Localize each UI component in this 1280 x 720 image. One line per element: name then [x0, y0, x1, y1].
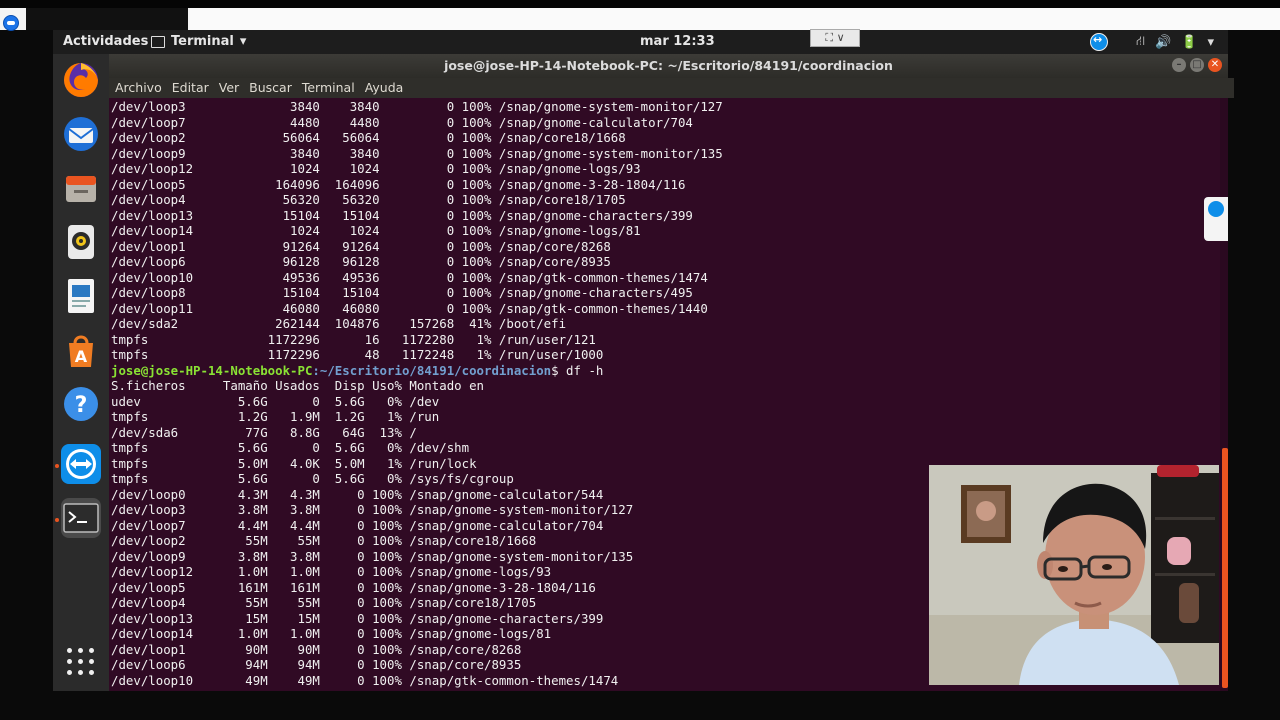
window-controls: – □ ✕ [1172, 58, 1222, 72]
prompt-path: :~/Escritorio/84191/coordinacion [312, 362, 552, 378]
screenshot-indicator[interactable]: ⛶ ∨ [810, 29, 860, 47]
terminal-line: /dev/loop3 3840 3840 0 100% /snap/gnome-… [111, 99, 723, 114]
teamviewer-tray-icon[interactable] [1089, 33, 1108, 51]
teamviewer-logo-icon [3, 15, 19, 31]
writer-icon[interactable] [61, 276, 101, 316]
firefox-icon[interactable] [61, 60, 101, 100]
menu-terminal[interactable]: Terminal [302, 78, 355, 98]
rhythmbox-icon[interactable] [61, 222, 101, 262]
terminal-line: /dev/loop10 49536 49536 0 100% /snap/gtk… [111, 269, 708, 285]
terminal-line: /dev/loop8 15104 15104 0 100% /snap/gnom… [111, 285, 693, 300]
running-indicator [55, 464, 59, 468]
terminal-line: /dev/loop2 56064 56064 0 100% /snap/core… [111, 130, 626, 145]
running-indicator [55, 518, 59, 522]
app-menu-terminal[interactable]: Terminal ▾ [151, 34, 246, 49]
chevron-down-icon: ▾ [239, 34, 247, 49]
menu-archivo[interactable]: Archivo [115, 78, 162, 98]
teamviewer-icon[interactable] [61, 444, 101, 484]
dock: A ? [53, 54, 109, 691]
menu-buscar[interactable]: Buscar [249, 78, 292, 98]
window-titlebar[interactable]: jose@jose-HP-14-Notebook-PC: ~/Escritori… [109, 54, 1228, 78]
terminal-small-icon [151, 35, 165, 48]
show-applications-icon[interactable] [67, 648, 95, 676]
terminal-icon[interactable] [61, 498, 101, 538]
terminal-line: /dev/loop7 4480 4480 0 100% /snap/gnome-… [111, 114, 693, 130]
terminal-line: /dev/loop9 3840 3840 0 100% /snap/gnome-… [111, 145, 723, 161]
prompt-user: jose@jose-HP-14-Notebook-PC [111, 362, 313, 378]
menu-ver[interactable]: Ver [219, 78, 239, 98]
software-center-icon[interactable]: A [61, 330, 101, 370]
top-panel: Actividades Terminal ▾ mar 12:33 ⛶ ∨ ⛙ 🔊… [53, 29, 1228, 54]
chevron-down-icon[interactable]: ▾ [1207, 35, 1214, 50]
webcam-overlay [929, 465, 1219, 685]
host-top-strip [0, 0, 1280, 8]
menubar: Archivo Editar Ver Buscar Terminal Ayuda [109, 78, 1234, 98]
host-toolbar [0, 8, 1280, 31]
prompt-command: $ df -h [551, 362, 604, 378]
terminal-line: S.ficheros Tamaño Usados Disp Uso% Monta… [111, 378, 484, 393]
scrollbar-track[interactable] [1220, 98, 1228, 691]
clock[interactable]: mar 12:33 [640, 34, 715, 49]
volume-icon[interactable]: 🔊 [1155, 35, 1171, 50]
minimize-icon[interactable]: – [1172, 58, 1186, 72]
terminal-line: /dev/sda6 77G 8.8G 64G 13% / [111, 424, 417, 440]
webcam-image [929, 465, 1219, 685]
terminal-line: /dev/loop6 96128 96128 0 100% /snap/core… [111, 254, 611, 269]
terminal-line: tmpfs 5.6G 0 5.6G 0% /dev/shm [111, 440, 470, 455]
terminal-line: tmpfs 1172296 48 1172248 1% /run/user/10… [111, 347, 604, 362]
terminal-line: /dev/loop4 56320 56320 0 100% /snap/core… [111, 192, 626, 207]
scrollbar-thumb[interactable] [1222, 448, 1228, 688]
terminal-line: /dev/loop11 46080 46080 0 100% /snap/gtk… [111, 300, 708, 316]
network-icon[interactable]: ⛙ [1136, 34, 1145, 51]
teamviewer-icon[interactable] [1208, 201, 1224, 217]
terminal-line: /dev/loop12 1024 1024 0 100% /snap/gnome… [111, 161, 641, 176]
files-icon[interactable] [61, 168, 101, 208]
maximize-icon[interactable]: □ [1190, 58, 1204, 72]
terminal-line: tmpfs 1172296 16 1172280 1% /run/user/12… [111, 331, 596, 347]
terminal-line: /dev/loop5 164096 164096 0 100% /snap/gn… [111, 176, 686, 192]
thunderbird-icon[interactable] [61, 114, 101, 154]
teamviewer-side-panel[interactable] [1204, 197, 1228, 241]
svg-text:?: ? [75, 393, 88, 418]
menu-editar[interactable]: Editar [172, 78, 209, 98]
prompt-line: jose@jose-HP-14-Notebook-PC:~/Escritorio… [111, 363, 1216, 379]
system-tray[interactable]: ⛙ 🔊 🔋 ▾ [1089, 33, 1214, 51]
battery-icon[interactable]: 🔋 [1181, 35, 1197, 50]
terminal-line: udev 5.6G 0 5.6G 0% /dev [111, 393, 440, 409]
app-menu-label: Terminal [171, 34, 234, 49]
terminal-line: /dev/loop1 91264 91264 0 100% /snap/core… [111, 238, 611, 254]
menu-ayuda[interactable]: Ayuda [365, 78, 404, 98]
help-icon[interactable]: ? [61, 384, 101, 424]
host-tab[interactable] [26, 8, 188, 30]
host-tab-area [190, 8, 1280, 30]
terminal-line: tmpfs 1.2G 1.9M 1.2G 1% /run [111, 409, 440, 424]
terminal-line: /dev/loop14 1024 1024 0 100% /snap/gnome… [111, 223, 641, 238]
close-icon[interactable]: ✕ [1208, 58, 1222, 72]
terminal-line: /dev/loop13 15104 15104 0 100% /snap/gno… [111, 207, 693, 223]
svg-text:A: A [75, 347, 88, 366]
activities-button[interactable]: Actividades [63, 34, 148, 49]
host-bottom-bar [0, 691, 1280, 720]
window-title: jose@jose-HP-14-Notebook-PC: ~/Escritori… [444, 58, 893, 73]
terminal-line: /dev/sda2 262144 104876 157268 41% /boot… [111, 316, 567, 331]
